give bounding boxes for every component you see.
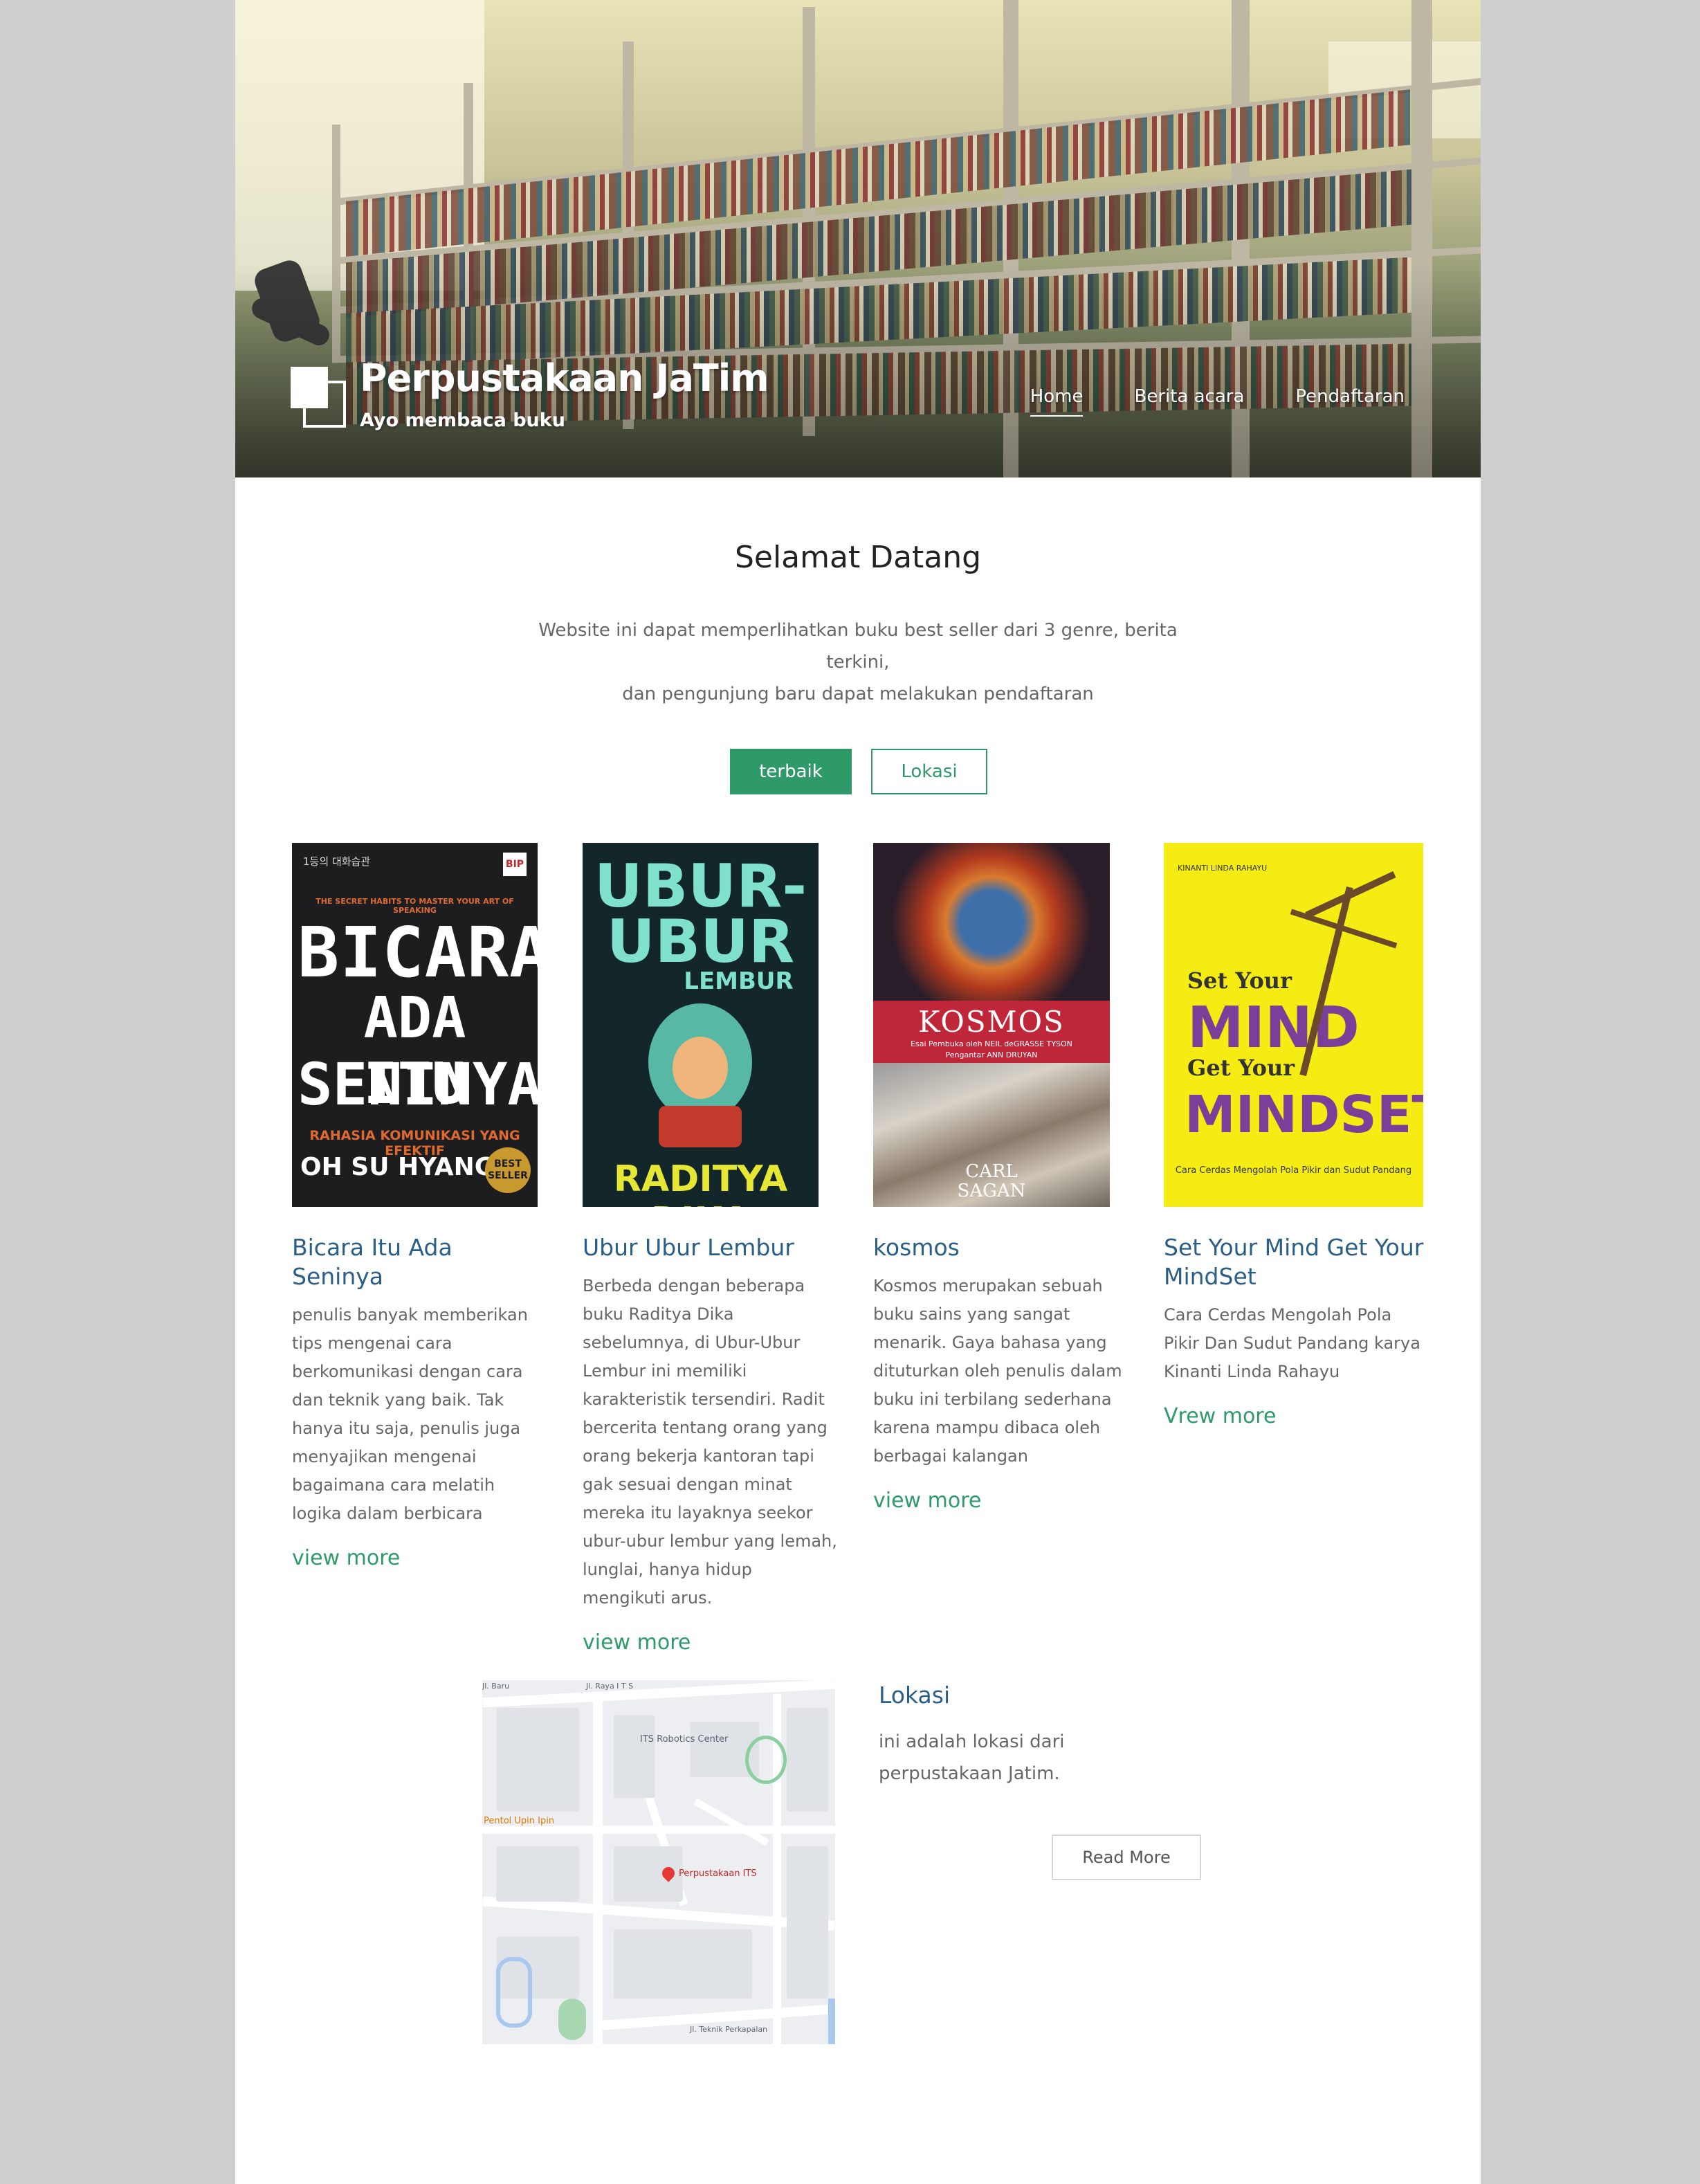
nav-item-home[interactable]: Home bbox=[1030, 386, 1084, 417]
welcome-text: Website ini dapat memperlihatkan buku be… bbox=[512, 615, 1204, 710]
book-title[interactable]: Set Your Mind Get Your MindSet bbox=[1164, 1233, 1427, 1291]
view-more-link[interactable]: view more bbox=[292, 1546, 538, 1570]
location-map[interactable]: Perpustakaan ITS ITS Robotics Center Pen… bbox=[482, 1680, 835, 2044]
book-title[interactable]: kosmos bbox=[873, 1233, 1126, 1262]
book-card: KINANTI LINDA RAHAYU Set Your MIND Get Y… bbox=[1164, 843, 1427, 1428]
book-description: Berbeda dengan beberapa buku Raditya Dik… bbox=[583, 1276, 837, 1608]
location-description: ini adalah lokasi dari perpustakaan Jati… bbox=[879, 1731, 1065, 1784]
book-card: 1등의 대화습관 BIP THE SECRET HABITS TO MASTER… bbox=[292, 843, 538, 1570]
book-card: UBUR- UBUR LEMBUR RADITYA DIKA Ubur Ubur… bbox=[583, 843, 839, 1655]
book-cover-image[interactable]: 1등의 대화습관 BIP THE SECRET HABITS TO MASTER… bbox=[292, 843, 538, 1207]
filter-tabs: terbaik Lokasi bbox=[730, 749, 987, 794]
book-description: penulis banyak memberikan tips mengenai … bbox=[292, 1305, 528, 1523]
site-title[interactable]: Perpustakaan JaTim bbox=[360, 356, 769, 400]
view-more-link[interactable]: view more bbox=[873, 1489, 1126, 1513]
location-title: Lokasi bbox=[879, 1682, 951, 1709]
book-title[interactable]: Bicara Itu Ada Seninya bbox=[292, 1233, 538, 1291]
site-logo[interactable] bbox=[291, 367, 346, 429]
view-more-link[interactable]: Vrew more bbox=[1164, 1404, 1427, 1428]
book-description: Cara Cerdas Mengolah Pola Pikir Dan Sudu… bbox=[1164, 1305, 1420, 1381]
book-title[interactable]: Ubur Ubur Lembur bbox=[583, 1233, 839, 1262]
tab-terbaik[interactable]: terbaik bbox=[730, 749, 852, 794]
welcome-title: Selamat Datang bbox=[734, 540, 982, 575]
site-tagline: Ayo membaca buku bbox=[360, 410, 565, 431]
book-description: Kosmos merupakan sebuah buku sains yang … bbox=[873, 1276, 1122, 1466]
nav-item-berita-acara[interactable]: Berita acara bbox=[1134, 386, 1244, 417]
read-more-button[interactable]: Read More bbox=[1052, 1835, 1201, 1880]
tab-lokasi[interactable]: Lokasi bbox=[871, 749, 987, 794]
main-nav: Home Berita acara Pendaftaran bbox=[1030, 386, 1405, 417]
page-container: Perpustakaan JaTim Ayo membaca buku Home… bbox=[235, 0, 1481, 2184]
book-cover-image[interactable]: KINANTI LINDA RAHAYU Set Your MIND Get Y… bbox=[1164, 843, 1423, 1207]
book-cover-image[interactable]: UBUR- UBUR LEMBUR RADITYA DIKA bbox=[583, 843, 819, 1207]
welcome-line-2: dan pengunjung baru dapat melakukan pend… bbox=[622, 684, 1094, 704]
nav-item-pendaftaran[interactable]: Pendaftaran bbox=[1295, 386, 1405, 417]
book-card: KOSMOS Esai Pembuka oleh NEIL deGRASSE T… bbox=[873, 843, 1126, 1513]
view-more-link[interactable]: view more bbox=[583, 1630, 839, 1655]
book-cover-image[interactable]: KOSMOS Esai Pembuka oleh NEIL deGRASSE T… bbox=[873, 843, 1110, 1207]
welcome-line-1: Website ini dapat memperlihatkan buku be… bbox=[538, 620, 1178, 673]
hero-header: Perpustakaan JaTim Ayo membaca buku Home… bbox=[235, 0, 1481, 477]
